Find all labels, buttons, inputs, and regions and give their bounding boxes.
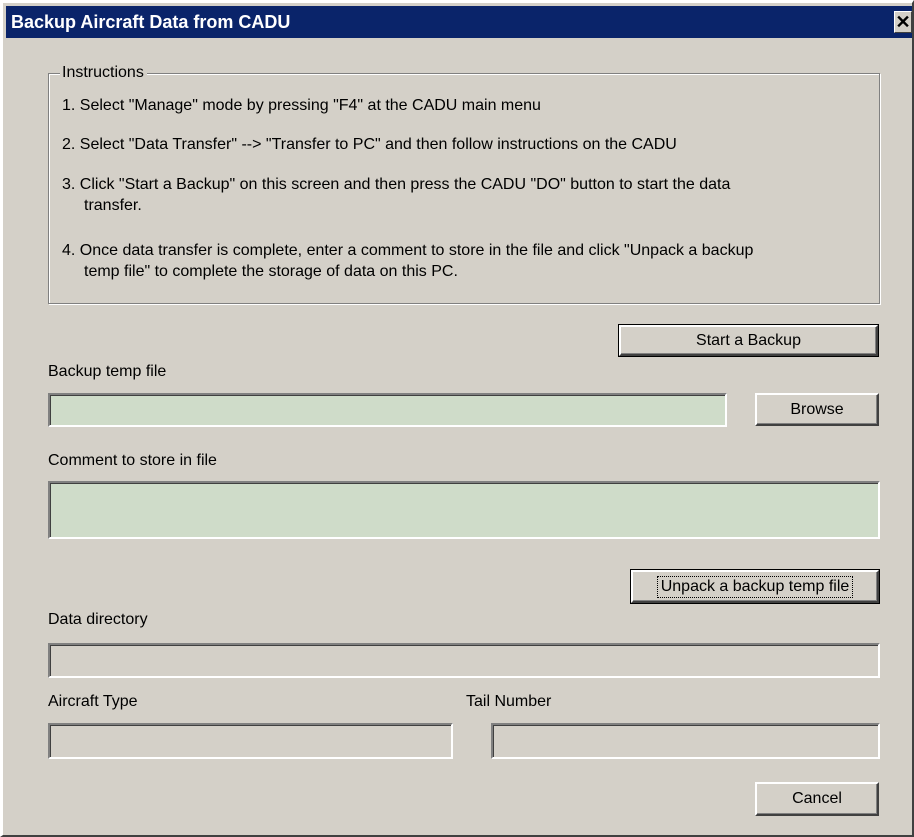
comment-input[interactable] [48,481,880,539]
comment-label: Comment to store in file [48,452,217,469]
data-directory-label: Data directory [48,611,148,628]
instruction-step-4: 4. Once data transfer is complete, enter… [62,242,754,259]
start-backup-button[interactable]: Start a Backup [618,324,879,357]
instruction-step-1: 1. Select "Manage" mode by pressing "F4"… [62,97,541,114]
window-title: Backup Aircraft Data from CADU [11,12,291,32]
instruction-step-3: 3. Click "Start a Backup" on this screen… [62,176,731,193]
instruction-step-4-cont: temp file" to complete the storage of da… [84,263,458,280]
browse-button[interactable]: Browse [755,393,879,426]
aircraft-type-label: Aircraft Type [48,693,138,710]
unpack-button-label: Unpack a backup temp file [656,575,854,598]
instructions-legend: Instructions [60,62,147,84]
close-icon: ✕ [895,12,911,32]
instruction-step-2: 2. Select "Data Transfer" --> "Transfer … [62,136,677,153]
close-button[interactable]: ✕ [894,11,912,33]
data-directory-field [48,643,880,678]
backup-temp-file-input[interactable] [48,393,727,427]
cancel-button[interactable]: Cancel [755,782,879,816]
title-bar: Backup Aircraft Data from CADU ✕ [6,6,912,38]
aircraft-type-field [48,723,453,759]
backup-temp-file-label: Backup temp file [48,363,167,380]
tail-number-field [491,723,880,759]
instruction-step-3-cont: transfer. [84,197,142,214]
tail-number-label: Tail Number [466,693,552,710]
unpack-button[interactable]: Unpack a backup temp file [630,569,880,604]
